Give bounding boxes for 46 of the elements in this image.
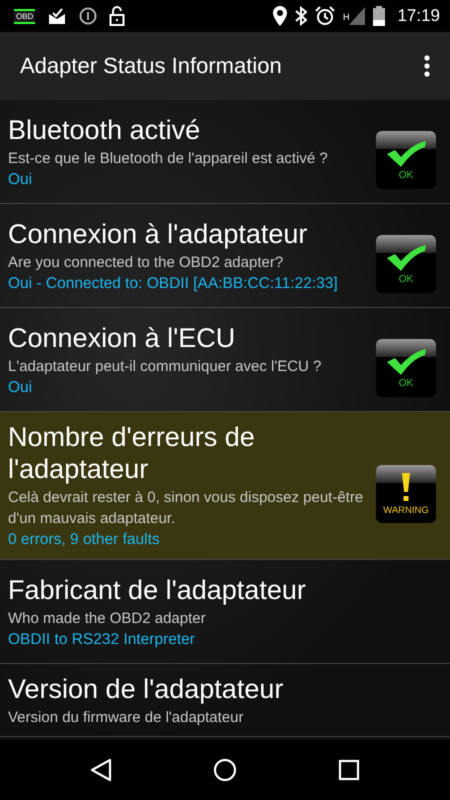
item-title: Connexion à l'ECU [8,322,236,354]
back-triangle-icon [90,758,112,782]
item-description: Est-ce que le Bluetooth de l'appareil est activé ? [8,148,329,168]
alarm-icon [314,6,335,26]
item-description: Who made the OBD2 adapter [8,608,207,628]
location-icon [272,6,287,26]
screen-title: Adapter Status Information [20,53,282,79]
more-icon [424,55,430,77]
item-title: Fabricant de l'adaptateur [8,574,307,606]
item-description: Celà devrait rester à 0, sinon vous disposez peut-être d'un mauvais adaptateur. [8,488,364,529]
bluetooth-icon [294,6,307,26]
item-value: Oui [8,378,34,398]
home-circle-icon [212,758,237,782]
item-description: L'adaptateur peut-il communiquer avec l'ECU ? [8,356,322,376]
item-title: Connexion à l'adaptateur [8,218,308,250]
status-list-item[interactable]: Connexion à l'adaptateur Are you connected to the OBD2 adapter? Oui - Connected to: OBDII [AA:BB:CC:11:22:33] OK [0,204,450,308]
lock-icon [109,6,126,26]
battery-icon [373,6,386,26]
item-description: Are you connected to the OBD2 adapter? [8,252,284,272]
status-list-item[interactable]: Nombre d'erreurs de l'adaptateur Celà devrait rester à 0, sinon vous disposez peut-être d'un mauvais adaptateur. 0 errors, 9 other faults WARNING [0,412,450,560]
status-label: OK [398,378,414,388]
mail-icon [47,7,68,25]
info-circle-icon [79,7,98,25]
item-description: Version du firmware de l'adaptateur [8,708,244,728]
checkmark-icon [385,140,427,168]
item-value: OBDII to RS232 Interpreter [8,630,196,650]
item-value: Oui - Connected to: OBDII [AA:BB:CC:11:22:33] [8,274,339,294]
exclamation-icon [401,472,411,502]
item-title: Nombre d'erreurs de l'adaptateur [8,421,256,485]
item-title: Bluetooth activé [8,114,202,146]
status-label: WARNING [383,504,429,516]
status-label: OK [398,274,414,284]
status-list-item[interactable]: Version de l'adaptateur Version du firmware de l'adaptateur [0,664,450,737]
item-value: Oui [8,170,34,190]
checkmark-icon [385,244,427,272]
clock: 17:19 [397,6,440,26]
recents-square-icon [338,759,360,781]
checkmark-icon [385,348,427,376]
network-type-label: H [342,12,350,22]
item-value: 0 errors, 9 other faults [8,530,161,550]
status-list-item[interactable]: Fabricant de l'adaptateur Who made the OBD2 adapter OBDII to RS232 Interpreter [0,560,450,664]
item-title: Version de l'adaptateur [8,673,284,705]
status-label: OK [398,170,414,180]
status-list-item[interactable]: Bluetooth activé Est-ce que le Bluetooth de l'appareil est activé ? Oui OK [0,100,450,204]
signal-icon [349,7,366,25]
app-notification-icon: OBD [14,8,36,24]
